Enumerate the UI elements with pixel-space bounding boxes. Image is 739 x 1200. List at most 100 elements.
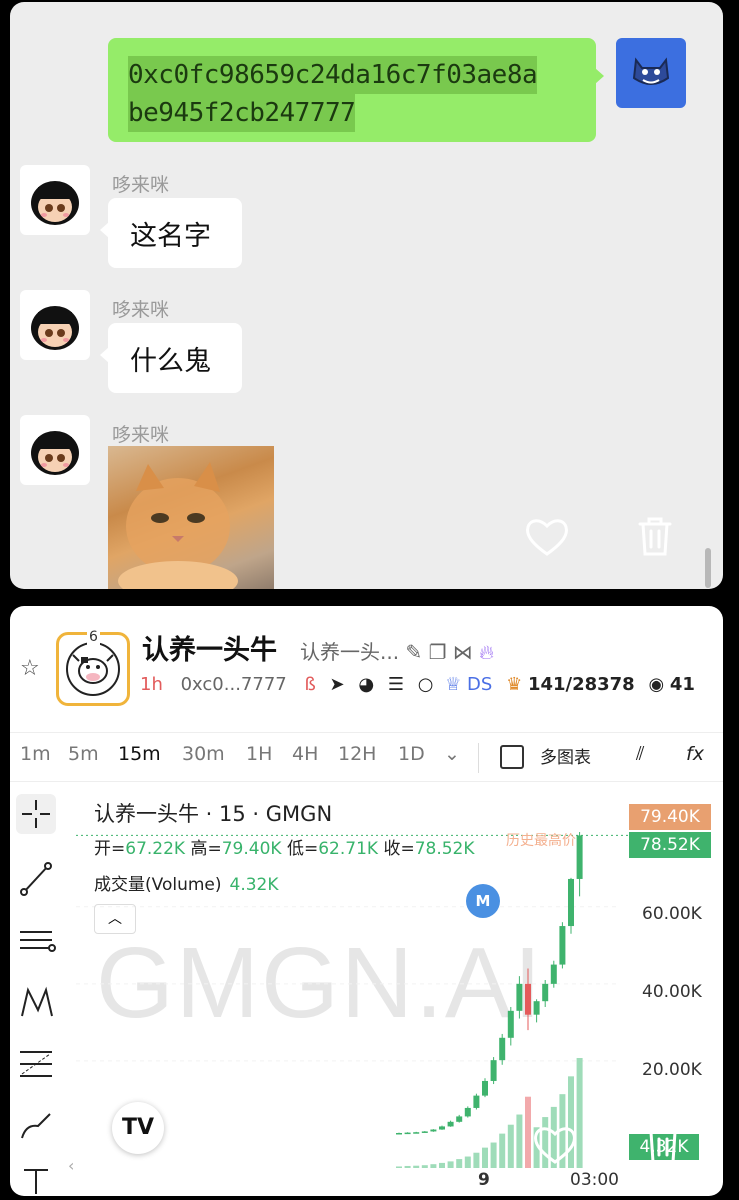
candle: [482, 1080, 488, 1096]
ds-label[interactable]: DS: [467, 674, 492, 695]
text-tool-icon[interactable]: [16, 1164, 56, 1196]
close-label: 收=: [383, 839, 415, 859]
search-icon[interactable]: ○: [418, 674, 434, 695]
bubble-tail: [100, 347, 109, 363]
volume-bar: [404, 1165, 411, 1168]
token-logo[interactable]: 6: [56, 629, 130, 706]
candle: [550, 964, 557, 984]
notes-icon[interactable]: ☰: [388, 674, 404, 695]
candle: [473, 1095, 480, 1108]
copy-icon[interactable]: ❐: [429, 640, 447, 664]
tf-1h[interactable]: 1H: [246, 743, 272, 765]
scrollbar[interactable]: [705, 548, 711, 588]
message-bubble[interactable]: 这名字: [100, 198, 242, 268]
my-message-line-1: 0xc0fc98659c24da16c7f03ae8a: [128, 56, 538, 94]
volume-bar: [396, 1166, 402, 1168]
tradingview-logo-icon[interactable]: TV: [112, 1102, 164, 1154]
feather-icon[interactable]: ß: [304, 674, 315, 695]
holders-count: 141/28378: [527, 674, 635, 695]
chat-panel: 0xc0fc98659c24da16c7f03ae8a be945f2cb247…: [10, 2, 723, 589]
views-count: 41: [669, 674, 695, 695]
token-address[interactable]: 0xc0...7777: [181, 674, 287, 695]
brush-icon[interactable]: [16, 1106, 56, 1146]
candle: [404, 1132, 411, 1135]
divider: [478, 743, 479, 773]
sender-name: 哆来咪: [112, 299, 170, 321]
price-tag-last: 78.52K: [629, 832, 711, 858]
candle: [525, 983, 531, 1015]
crown-icon: ♛: [506, 674, 523, 695]
y-tick-label: 40.00K: [642, 982, 702, 1002]
drawing-toolbar: [10, 786, 70, 1196]
y-tick-label: 20.00K: [642, 1060, 702, 1080]
volume-bar: [499, 1133, 506, 1168]
close-value: 78.52K: [414, 839, 475, 859]
chevron-down-icon[interactable]: ⌄: [444, 743, 460, 765]
pattern-icon[interactable]: [16, 982, 56, 1022]
chef-icon[interactable]: ♕: [445, 674, 461, 695]
tf-12h[interactable]: 12H: [338, 743, 376, 765]
marker-badge[interactable]: M: [466, 884, 500, 918]
volume-bar: [464, 1156, 471, 1168]
cat-image[interactable]: [108, 446, 274, 589]
tf-5m[interactable]: 5m: [68, 743, 99, 765]
indicator-fx-icon[interactable]: fx: [686, 743, 704, 765]
ath-label: 历史最高价: [506, 833, 576, 849]
tf-1m[interactable]: 1m: [20, 743, 51, 765]
sender-name: 哆来咪: [112, 424, 170, 446]
my-message-bubble[interactable]: 0xc0fc98659c24da16c7f03ae8a be945f2cb247…: [108, 38, 604, 142]
sender-avatar[interactable]: [20, 165, 90, 235]
volume-bar: [516, 1114, 523, 1168]
candle-type-icon[interactable]: ⫽: [636, 743, 644, 765]
collapse-legend-button[interactable]: ︿: [94, 904, 136, 934]
volume-bar: [525, 1096, 531, 1168]
candle: [464, 1107, 471, 1117]
volume-bar: [482, 1147, 488, 1168]
horizontal-lines-icon[interactable]: [16, 920, 56, 960]
sender-avatar[interactable]: [20, 290, 90, 360]
trash-icon[interactable]: [634, 514, 676, 558]
my-avatar[interactable]: [616, 38, 686, 108]
telegram-icon[interactable]: ➤: [330, 674, 345, 695]
message-bubble[interactable]: 什么鬼: [100, 323, 242, 393]
heart-icon[interactable]: [532, 1124, 578, 1166]
share-icon[interactable]: ⋈: [453, 640, 473, 664]
candle: [516, 983, 523, 1011]
volume-bar: [447, 1161, 454, 1168]
fib-icon[interactable]: [16, 1044, 56, 1084]
multi-chart-checkbox[interactable]: [500, 745, 524, 769]
candle: [413, 1132, 420, 1134]
high-value: 79.40K: [221, 839, 282, 859]
trendline-icon[interactable]: [16, 858, 56, 898]
volume-value: 4.32K: [229, 875, 279, 895]
edit-icon[interactable]: ✎: [405, 640, 422, 664]
tf-4h[interactable]: 4H: [292, 743, 318, 765]
my-message-text: 0xc0fc98659c24da16c7f03ae8a be945f2cb247…: [128, 56, 538, 132]
scroll-left-icon[interactable]: ‹: [68, 1156, 74, 1175]
sender-avatar[interactable]: [20, 415, 90, 485]
tf-15m[interactable]: 15m: [118, 743, 161, 765]
tf-1d[interactable]: 1D: [398, 743, 425, 765]
favorite-star-icon[interactable]: ☆: [20, 656, 40, 681]
bubble-tail: [100, 222, 109, 238]
chart-icon[interactable]: ◕: [358, 674, 374, 695]
volume-bar: [456, 1159, 463, 1168]
price-chart[interactable]: GMGN.AI 认养一头牛 · 15 · GMGN 开=67.22K 高=79.…: [68, 786, 723, 1196]
trash-icon[interactable]: [642, 1122, 684, 1166]
candle: [430, 1129, 437, 1132]
high-label: 高=: [190, 839, 222, 859]
message-text: 什么鬼: [130, 346, 211, 377]
cat-face-icon: [632, 57, 670, 85]
x-tick-label: 9: [478, 1170, 490, 1190]
crosshair-icon[interactable]: [16, 794, 56, 834]
candle: [559, 926, 566, 965]
tf-30m[interactable]: 30m: [182, 743, 225, 765]
girl-avatar-icon: [31, 431, 79, 475]
ohlc-readout: 开=67.22K 高=79.40K 低=62.71K 收=78.52K: [94, 834, 475, 859]
price-tag-high: 79.40K: [629, 804, 711, 830]
token-meta-row: 1h 0xc0...7777 ß ➤ ◕ ☰ ○ ♕ DS ♛ 141/2837…: [140, 674, 695, 695]
candle: [542, 983, 549, 1002]
heart-icon[interactable]: [524, 516, 570, 558]
timeframe-toolbar: 1m 5m 15m 30m 1H 4H 12H 1D ⌄ 多图表 ⫽ fx: [10, 732, 723, 782]
fire-icon[interactable]: 🔥︎: [479, 640, 494, 664]
